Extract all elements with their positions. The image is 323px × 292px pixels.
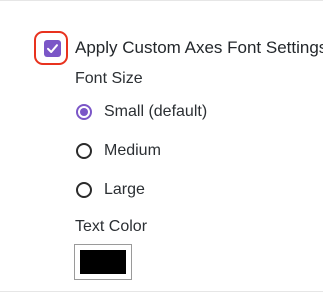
text-color-swatch[interactable] (74, 244, 132, 280)
radio-dot-icon (80, 108, 88, 116)
font-size-option-label[interactable]: Small (default) (104, 102, 207, 122)
font-size-label: Font Size (75, 70, 143, 87)
text-color-label: Text Color (75, 218, 148, 235)
radio-small-selected[interactable] (76, 104, 92, 120)
radio-medium[interactable] (76, 143, 92, 159)
checkmark-icon (47, 44, 58, 53)
apply-custom-axes-font-checkbox[interactable] (44, 40, 61, 57)
text-color-fill (80, 250, 126, 274)
axes-font-settings-panel: Apply Custom Axes Font Settings Font Siz… (0, 0, 323, 292)
font-size-option-label[interactable]: Large (104, 180, 145, 200)
font-size-option-label[interactable]: Medium (104, 141, 161, 161)
top-divider (0, 0, 323, 1)
apply-custom-axes-font-label[interactable]: Apply Custom Axes Font Settings (75, 36, 323, 60)
radio-large[interactable] (76, 182, 92, 198)
